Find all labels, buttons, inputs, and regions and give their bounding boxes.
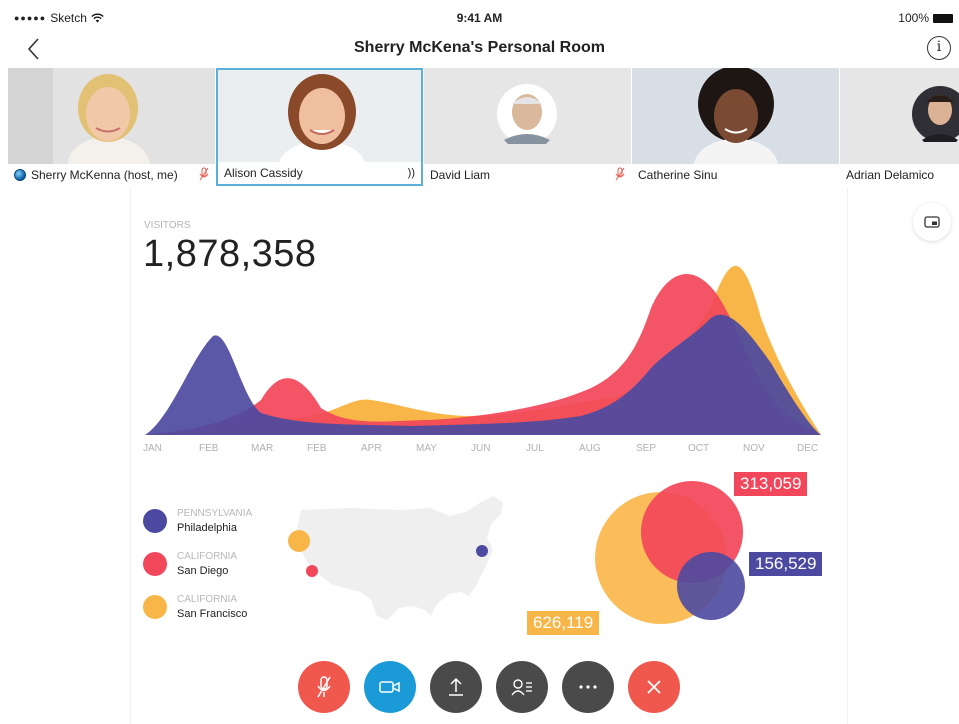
bubble-philadelphia (677, 552, 745, 620)
month-label: OCT (688, 443, 710, 454)
participant-tile-active[interactable]: Alison Cassidy )) (216, 68, 423, 186)
legend-state: CALIFORNIA (177, 594, 238, 605)
month-label: FEB (307, 443, 327, 454)
legend-state: CALIFORNIA (177, 551, 238, 562)
video-button[interactable] (364, 661, 416, 713)
battery-info: 100% (898, 11, 953, 25)
month-label: AUG (579, 443, 601, 454)
legend-item: CALIFORNIA San Francisco (143, 594, 252, 620)
mute-button[interactable] (298, 661, 350, 713)
visitors-area-chart (145, 265, 821, 435)
value-label-san-francisco: 626,119 (527, 611, 600, 635)
page-title: Sherry McKena's Personal Room (354, 39, 605, 56)
legend-city: San Francisco (177, 608, 248, 620)
participant-name: Alison Cassidy (224, 166, 303, 180)
month-label: DEC (797, 443, 819, 454)
legend-swatch (143, 552, 167, 576)
shared-dashboard: VISITORS 1,878,358 JAN FEB MAR FEB APR M… (130, 188, 848, 724)
pip-icon (924, 216, 940, 228)
participant-avatar (424, 68, 631, 164)
participant-tile[interactable]: David Liam (424, 68, 631, 186)
end-call-button[interactable] (628, 661, 680, 713)
participant-strip: Sherry McKenna (host, me) Alison Cassidy… (8, 68, 959, 186)
month-label: APR (361, 443, 382, 454)
participant-name: Adrian Delamico (846, 168, 935, 182)
participant-name-bar: David Liam (424, 164, 631, 186)
visitors-label: VISITORS (144, 220, 191, 231)
legend-item: CALIFORNIA San Diego (143, 551, 252, 577)
info-button[interactable]: i (927, 36, 951, 60)
city-legend: PENNSYLVANIA Philadelphia CALIFORNIA San… (143, 508, 252, 637)
legend-swatch (143, 595, 167, 619)
picture-in-picture-button[interactable] (913, 203, 951, 241)
share-upload-icon (449, 677, 463, 696)
clock: 9:41 AM (456, 11, 503, 25)
participants-button[interactable] (496, 661, 548, 713)
month-label: SEP (636, 443, 657, 454)
speaking-icon: )) (407, 167, 415, 179)
participant-video (632, 68, 839, 164)
mic-muted-icon (199, 167, 209, 184)
share-button[interactable] (430, 661, 482, 713)
month-label: JUL (526, 443, 544, 454)
video-camera-icon (379, 681, 400, 693)
value-label-philadelphia: 156,529 (749, 552, 823, 576)
map-marker-philadelphia (476, 545, 488, 557)
us-map-shape (297, 496, 503, 620)
month-label: MAR (251, 443, 274, 454)
participant-name-bar: Catherine Sinu (632, 164, 839, 186)
month-label: JUN (471, 443, 491, 454)
map-marker-san-diego (306, 565, 318, 577)
month-label: MAY (416, 443, 437, 454)
legend-state: PENNSYLVANIA (177, 508, 253, 519)
call-controls (298, 661, 680, 713)
battery-percent: 100% (898, 11, 929, 25)
legend-city: Philadelphia (177, 522, 237, 534)
participant-tile[interactable]: Catherine Sinu (632, 68, 839, 186)
participant-video (218, 70, 421, 166)
participant-name-bar: Sherry McKenna (host, me) (8, 164, 215, 186)
legend-swatch (143, 509, 167, 533)
participant-name: David Liam (430, 168, 491, 182)
nav-bar: Sherry McKena's Personal Room i (0, 34, 959, 66)
mic-muted-icon (615, 167, 625, 184)
info-icon: i (936, 39, 942, 55)
month-label: FEB (199, 443, 219, 454)
legend-item: PENNSYLVANIA Philadelphia (143, 508, 252, 534)
globe-icon (14, 169, 26, 181)
month-label: JAN (143, 443, 162, 454)
participants-list-icon (511, 679, 532, 696)
participant-tile[interactable]: Adrian Delamico (840, 68, 959, 186)
participant-name-bar: Adrian Delamico (840, 164, 959, 186)
mic-off-icon (317, 676, 331, 698)
close-icon (647, 680, 661, 694)
us-map (288, 496, 503, 620)
participant-name: Sherry McKenna (host, me) (31, 168, 178, 182)
participant-name-bar: Alison Cassidy )) (218, 162, 421, 184)
participant-avatar (840, 68, 959, 164)
participant-tile[interactable]: Sherry McKenna (host, me) (8, 68, 215, 186)
more-dots-icon (579, 685, 597, 689)
battery-icon (933, 13, 953, 23)
participant-name: Catherine Sinu (638, 168, 718, 182)
status-bar: ●●●●● Sketch 9:41 AM 100% (0, 0, 959, 34)
map-marker-san-francisco (288, 530, 310, 552)
legend-city: San Diego (177, 565, 229, 577)
more-button[interactable] (562, 661, 614, 713)
value-label-san-diego: 313,059 (734, 472, 808, 496)
month-label: NOV (743, 443, 765, 454)
participant-video (8, 68, 215, 164)
